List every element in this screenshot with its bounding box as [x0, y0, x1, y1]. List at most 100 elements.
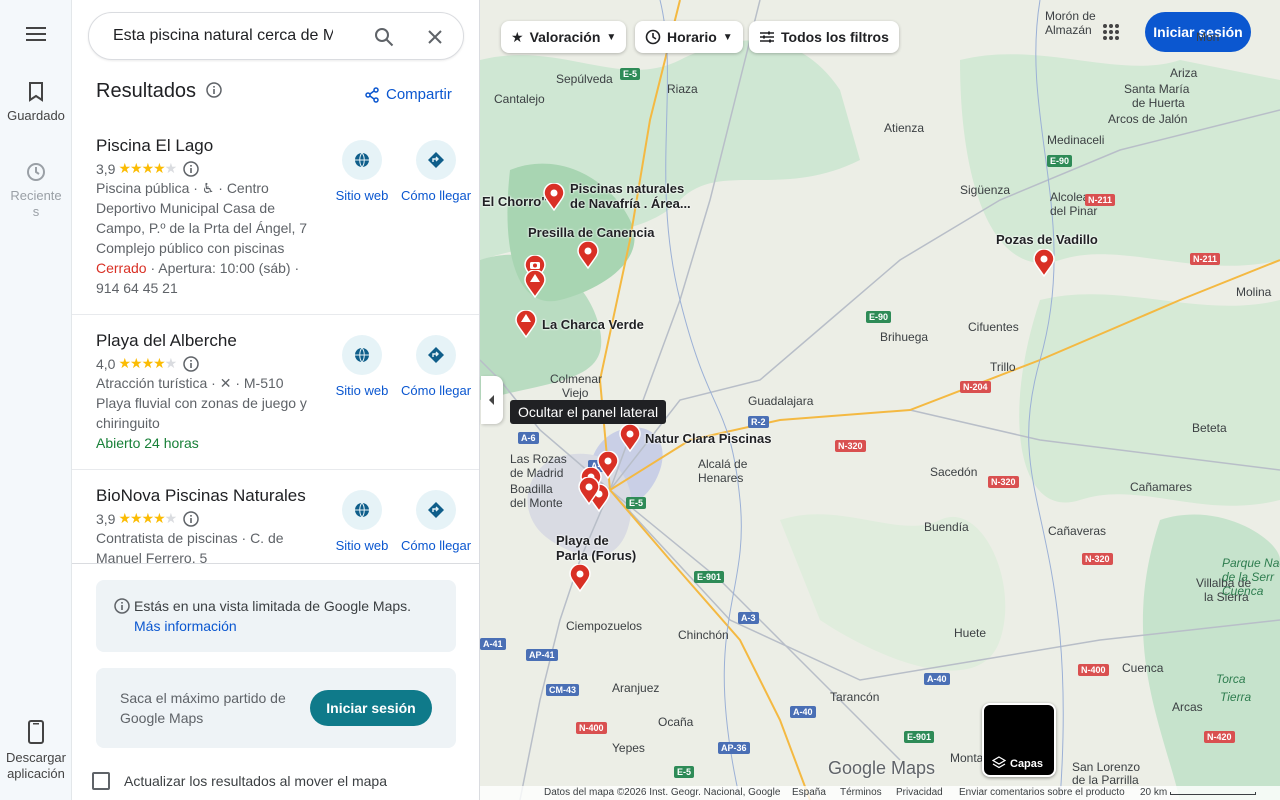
road-badge: E-901	[694, 571, 725, 583]
recent-button[interactable]: Reciente s	[0, 162, 72, 220]
checkbox[interactable]	[92, 772, 110, 790]
signin-button[interactable]: Iniciar sesión	[310, 690, 432, 726]
result-title[interactable]: Piscina El Lago	[96, 136, 213, 156]
all-filters-chip[interactable]: Todos los filtros	[749, 21, 899, 53]
directions-button[interactable]: Cómo llegar	[401, 335, 471, 398]
place-label: Tarancón	[830, 690, 880, 704]
place-label[interactable]: Piscinas naturales	[570, 181, 684, 196]
layers-label: Capas	[1010, 758, 1044, 770]
rating-row: 3,9 ★★★★★	[96, 510, 199, 527]
tree-pin[interactable]	[515, 310, 537, 338]
rating-row: 3,9 ★★★★★	[96, 160, 199, 177]
website-button[interactable]: Sitio web	[327, 335, 397, 398]
location-pin[interactable]	[543, 183, 565, 211]
place-label: Atienza	[884, 121, 925, 135]
saved-label: Guardado	[7, 108, 65, 123]
privacy-link[interactable]: Privacidad	[896, 787, 943, 798]
info-icon[interactable]	[183, 510, 199, 527]
place-label: Riaza	[667, 82, 698, 96]
place-label[interactable]: Natur Clara Piscinas	[645, 431, 771, 446]
country-link[interactable]: España	[792, 787, 826, 798]
directions-button[interactable]: Cómo llegar	[401, 490, 471, 553]
feedback-link[interactable]: Enviar comentarios sobre el producto	[959, 787, 1125, 798]
location-pin[interactable]	[619, 424, 641, 452]
more-info-link[interactable]: Más información	[134, 618, 237, 634]
place-label[interactable]: de Navafría . Área...	[570, 196, 691, 211]
terms-link[interactable]: Términos	[840, 787, 882, 798]
info-icon[interactable]	[205, 82, 222, 98]
location-pin[interactable]	[1033, 249, 1055, 277]
phone-number: 914 64 45 21	[96, 280, 178, 296]
collapse-panel-button[interactable]	[481, 376, 503, 424]
place-label: Santa María	[1124, 82, 1190, 96]
update-results-toggle[interactable]: Actualizar los resultados al mover el ma…	[92, 772, 387, 790]
side-rail: Guardado Reciente s Descargar aplicación	[0, 0, 72, 800]
result-title[interactable]: BioNova Piscinas Naturales	[96, 486, 306, 506]
divider	[72, 563, 479, 564]
website-button[interactable]: Sitio web	[327, 140, 397, 203]
result-card-bionova[interactable]: BioNova Piscinas Naturales 3,9 ★★★★★ Con…	[72, 470, 479, 564]
share-button[interactable]: Compartir	[364, 86, 452, 103]
rating-stars: ★★★★★	[118, 510, 177, 526]
place-label[interactable]: La Charca Verde	[542, 317, 644, 332]
rating-stars: ★★★★★	[118, 160, 177, 176]
rating-filter-chip[interactable]: ★ Valoración ▼	[501, 21, 627, 53]
road-badge: A-40	[790, 706, 816, 718]
place-label: del Monte	[510, 496, 563, 510]
road-badge: E-90	[1047, 155, 1073, 167]
search-box[interactable]: Esta piscina natural cerca de Madrid	[88, 12, 464, 60]
place-label[interactable]: Presilla de Canencia	[528, 225, 654, 240]
location-pin[interactable]	[578, 477, 600, 505]
result-title[interactable]: Playa del Alberche	[96, 331, 237, 351]
download-app-button[interactable]: Descargar aplicación	[0, 720, 72, 782]
saved-button[interactable]: Guardado	[0, 82, 72, 123]
hours-filter-chip[interactable]: Horario ▼	[635, 21, 743, 53]
hide-panel-tooltip: Ocultar el panel lateral	[510, 400, 667, 424]
apps-grid-icon[interactable]	[1102, 23, 1120, 41]
scale-bar	[1170, 792, 1256, 795]
directions-label: Cómo llegar	[401, 383, 472, 398]
road-badge: N-320	[1082, 553, 1113, 565]
road-badge: N-211	[1190, 253, 1221, 265]
bookmark-icon	[29, 82, 43, 102]
search-icon[interactable]	[374, 27, 394, 47]
signin-prompt-text: Saca el máximo partido de Google Maps	[120, 690, 286, 726]
place-label: Viejo	[562, 386, 589, 400]
place-label[interactable]: Pozas de Vadillo	[996, 232, 1098, 247]
place-label: Cañaveras	[1048, 524, 1107, 538]
result-card-playa-del-alberche[interactable]: Playa del Alberche 4,0 ★★★★★ Atracción t…	[72, 315, 479, 470]
rating-value: 4,0	[96, 355, 116, 372]
tree-pin[interactable]	[524, 270, 546, 298]
hours-line: Cerrado · Apertura: 10:00 (sáb) ·	[96, 258, 321, 278]
result-card-piscina-el-lago[interactable]: Piscina El Lago 3,9 ★★★★★ Piscina públic…	[72, 120, 479, 315]
place-label: San Lorenzo	[1072, 760, 1141, 774]
place-label[interactable]: Parla (Forus)	[556, 548, 636, 563]
road-badge: E-5	[674, 766, 695, 778]
location-pin[interactable]	[569, 564, 591, 592]
layers-icon	[992, 756, 1006, 769]
map-footer: Datos del mapa ©2026 Inst. Geogr. Nacion…	[480, 786, 1280, 800]
menu-button[interactable]	[0, 26, 72, 48]
close-icon[interactable]	[427, 29, 443, 45]
info-icon[interactable]	[183, 355, 199, 372]
search-input[interactable]: Esta piscina natural cerca de Madrid	[113, 27, 333, 45]
result-line: Piscina pública · ♿ · Centro	[96, 180, 269, 196]
results-header: Resultados	[96, 80, 222, 103]
place-label[interactable]: El Chorro"	[482, 194, 547, 209]
place-label[interactable]: Playa de	[556, 533, 609, 548]
directions-icon	[428, 152, 444, 168]
phone-icon	[28, 720, 44, 744]
layers-button[interactable]: Capas	[982, 703, 1056, 777]
info-icon[interactable]	[183, 160, 199, 177]
location-pin[interactable]	[577, 241, 599, 269]
road-badge: E-901	[904, 731, 935, 743]
place-label: de Madrid	[510, 466, 564, 480]
status-open: Abierto 24 horas	[96, 435, 199, 451]
place-label: de Huerta	[1132, 96, 1185, 110]
directions-button[interactable]: Cómo llegar	[401, 140, 471, 203]
place-label: Medinaceli	[1047, 133, 1105, 147]
website-button[interactable]: Sitio web	[327, 490, 397, 553]
place-label: Sacedón	[930, 465, 978, 479]
results-list: Piscina El Lago 3,9 ★★★★★ Piscina públic…	[72, 120, 479, 564]
info-icon	[114, 598, 130, 614]
